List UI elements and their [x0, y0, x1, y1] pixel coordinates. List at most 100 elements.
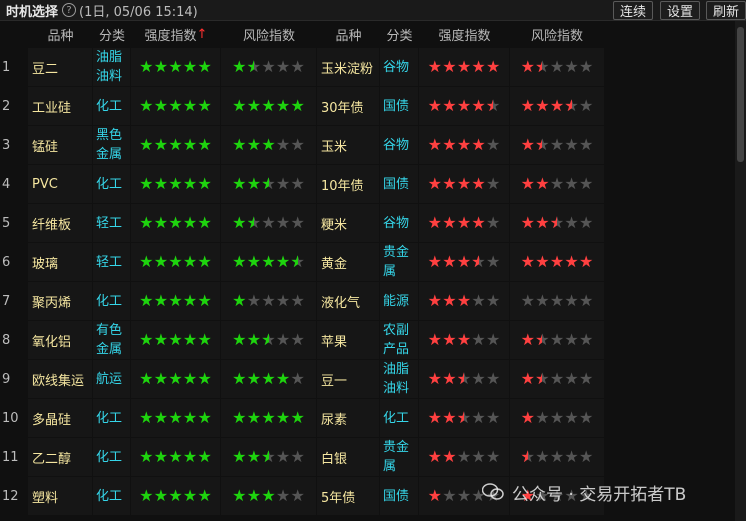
col-header-risk[interactable]: 风险指数: [221, 21, 317, 48]
risk-rating: ★★★★★★: [221, 321, 316, 359]
col-header-variety[interactable]: 品种: [28, 21, 93, 48]
variety-name[interactable]: 多晶硅: [28, 399, 92, 437]
variety-name[interactable]: 玉米: [317, 126, 379, 164]
strength-stars: ★★★★★★: [428, 95, 501, 115]
vertical-scrollbar[interactable]: [735, 21, 746, 521]
star-empty-icon: ★: [579, 56, 594, 76]
variety-name[interactable]: 豆二: [28, 48, 92, 86]
star-full-icon: ★: [168, 134, 183, 154]
strength-rating: ★★★★★: [131, 165, 220, 203]
settings-button[interactable]: 设置: [660, 1, 700, 20]
col-header-variety-2[interactable]: 品种: [317, 21, 380, 48]
star-full-icon: ★: [232, 368, 247, 388]
star-empty-icon: ★: [456, 446, 472, 466]
star-empty-icon: ★: [486, 173, 501, 193]
variety-name[interactable]: 尿素: [317, 399, 379, 437]
variety-name[interactable]: 粳米: [317, 204, 379, 242]
table-row[interactable]: 5 纤维板 轻工 ★★★★★ ★★ ★ ★★★ 粳米 谷物 ★★★★★ ★★★ ★ ★★: [0, 204, 604, 243]
star-full-icon: ★: [153, 173, 169, 193]
variety-name[interactable]: 聚丙烯: [28, 282, 92, 320]
star-empty-icon: ★: [471, 407, 486, 427]
col-header-strength-2[interactable]: 强度指数: [419, 21, 510, 48]
strength-stars: ★★★★★★: [428, 407, 501, 427]
strength-stars: ★★★★★: [139, 485, 212, 505]
table-row[interactable]: 2 工业硅 化工 ★★★★★ ★★★★★ 30年债 国债 ★★★★★ ★ ★★★★ ★ ★: [0, 87, 604, 126]
category-label: 化工: [93, 438, 130, 476]
table-row[interactable]: 10 多晶硅 化工 ★★★★★ ★★★★★ 尿素 化工 ★★★ ★ ★★ ★★★★★: [0, 399, 604, 438]
strength-stars: ★★★★★: [139, 214, 212, 232]
variety-name[interactable]: PVC: [28, 165, 92, 203]
star-full-icon: ★: [182, 290, 198, 310]
table-row[interactable]: 11 乙二醇 化工 ★★★★★ ★★★ ★ ★★ 白银 贵金属 ★★★★★ ★ ★ ★★★★: [0, 438, 604, 477]
star-full-icon: ★: [471, 95, 486, 115]
variety-name[interactable]: 工业硅: [28, 87, 92, 125]
star-full-icon: ★: [153, 446, 169, 466]
table-row[interactable]: 7 聚丙烯 化工 ★★★★★ ★★★★★ 液化气 能源 ★★★★★ ★★★★★: [0, 282, 604, 321]
variety-name[interactable]: 苹果: [317, 321, 379, 359]
star-full-icon: ★: [486, 56, 501, 76]
star-full-icon: ★: [197, 485, 212, 505]
category-label: 农副产品: [380, 321, 418, 359]
variety-name[interactable]: 10年债: [317, 165, 379, 203]
star-full-icon: ★: [197, 329, 212, 349]
star-full-icon: ★: [290, 95, 305, 115]
star-full-icon: ★: [139, 251, 154, 271]
table-row[interactable]: 1 豆二 油脂油料 ★★★★★ ★★ ★ ★★★ 玉米淀粉 谷物 ★★★★★ ★★ ★ ★★★: [0, 48, 604, 87]
row-index: 2: [2, 98, 11, 114]
variety-name[interactable]: 欧线集运: [28, 360, 92, 398]
col-header-strength[interactable]: 强度指数 ↑: [131, 21, 221, 48]
col-header-risk-2[interactable]: 风险指数: [510, 21, 604, 48]
star-full-icon: ★: [139, 446, 154, 466]
variety-name[interactable]: 锰硅: [28, 126, 92, 164]
strength-rating: ★★★★★★: [419, 360, 509, 398]
scroll-thumb[interactable]: [737, 27, 744, 162]
strength-rating: ★★★★★: [419, 165, 509, 203]
star-full-icon: ★: [261, 407, 276, 427]
table-row[interactable]: 4 PVC 化工 ★★★★★ ★★★ ★ ★★ 10年债 国债 ★★★★★ ★★★★★: [0, 165, 604, 204]
col-header-category-2[interactable]: 分类: [380, 21, 419, 48]
star-full-icon: ★: [246, 134, 262, 154]
star-full-icon: ★: [427, 173, 442, 193]
variety-name[interactable]: 液化气: [317, 282, 379, 320]
star-full-icon: ★: [520, 212, 535, 232]
star-full-icon: ★: [442, 56, 457, 76]
col-header-category[interactable]: 分类: [93, 21, 131, 48]
star-full-icon: ★: [442, 329, 457, 349]
variety-name[interactable]: 黄金: [317, 243, 379, 281]
star-full-icon: ★: [520, 95, 535, 115]
star-empty-icon: ★: [579, 212, 594, 232]
star-empty-icon: ★: [549, 56, 565, 76]
strength-rating: ★★★★★: [419, 48, 509, 86]
table-row[interactable]: 3 锰硅 黑色金属 ★★★★★ ★★★★★ 玉米 谷物 ★★★★★ ★★ ★ ★★★: [0, 126, 604, 165]
table-row[interactable]: 9 欧线集运 航运 ★★★★★ ★★★★★ 豆一 油脂油料 ★★★ ★ ★★ ★★ ★ ★★★: [0, 360, 604, 399]
variety-name[interactable]: 30年债: [317, 87, 379, 125]
variety-name[interactable]: 5年债: [317, 477, 379, 515]
variety-name[interactable]: 玻璃: [28, 243, 92, 281]
star-full-icon: ★: [427, 446, 442, 466]
star-full-icon: ★: [442, 134, 457, 154]
refresh-button[interactable]: 刷新: [706, 1, 746, 20]
variety-name[interactable]: 纤维板: [28, 204, 92, 242]
help-icon[interactable]: ?: [62, 3, 77, 17]
variety-name[interactable]: 氧化铝: [28, 321, 92, 359]
star-empty-icon: ★: [549, 446, 565, 466]
star-full-icon: ★: [471, 134, 486, 154]
strength-rating: ★★★★★: [419, 321, 509, 359]
risk-rating: ★★★★★★: [510, 321, 604, 359]
variety-name[interactable]: 乙二醇: [28, 438, 92, 476]
risk-stars: ★★★★★★: [521, 136, 594, 154]
risk-rating: ★★★★★★: [510, 126, 604, 164]
variety-name[interactable]: 豆一: [317, 360, 379, 398]
risk-rating: ★★★★★★: [221, 165, 316, 203]
table-row[interactable]: 6 玻璃 轻工 ★★★★★ ★★★★★ ★ 黄金 贵金属 ★★★★ ★ ★ ★★★★★: [0, 243, 604, 282]
table-row[interactable]: 8 氧化铝 有色金属 ★★★★★ ★★★ ★ ★★ 苹果 农副产品 ★★★★★ ★★ ★ ★★★: [0, 321, 604, 360]
variety-name[interactable]: 塑料: [28, 477, 92, 515]
strength-rating: ★★★★★: [131, 243, 220, 281]
star-empty-icon: ★: [535, 290, 550, 310]
category-label: 国债: [380, 165, 418, 203]
star-empty-icon: ★: [564, 368, 579, 388]
continue-button[interactable]: 连续: [613, 1, 653, 20]
category-label: 贵金属: [380, 438, 418, 476]
variety-name[interactable]: 白银: [317, 438, 379, 476]
variety-name[interactable]: 玉米淀粉: [317, 48, 379, 86]
